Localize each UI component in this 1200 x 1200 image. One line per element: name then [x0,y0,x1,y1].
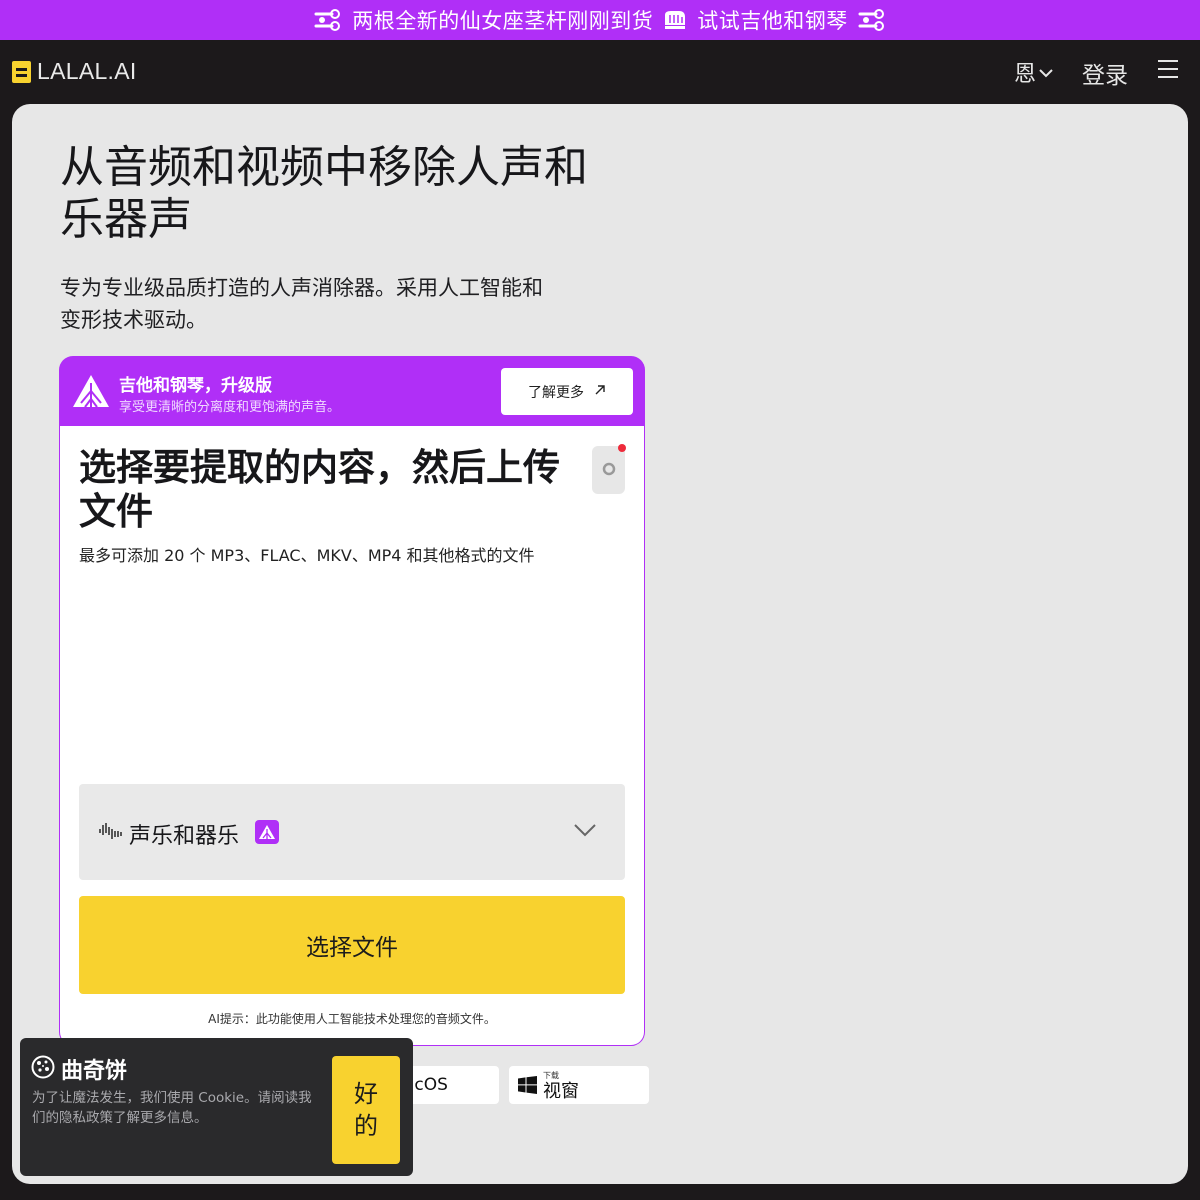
site-header: LALAL.AI 恩 登录 [0,40,1200,104]
arrow-up-right-icon [594,384,606,400]
windows-icon [518,1076,537,1098]
cookie-icon [31,1055,55,1083]
upgrade-title: 吉他和钢琴，升级版 [119,376,272,396]
andromeda-badge-icon [255,820,279,844]
choose-file-button[interactable]: 选择文件 [79,896,625,994]
language-label: 恩 [1014,62,1037,87]
hamburger-menu-icon[interactable] [1158,60,1178,78]
guitar-icon [314,8,342,32]
promo-text-1: 两根全新的仙女座茎杆刚刚到货 [352,9,654,33]
learn-more-label: 了解更多 [528,384,584,401]
logo[interactable]: LALAL.AI [12,58,137,85]
upgrade-subtitle: 享受更清晰的分离度和更饱满的声音。 [119,400,341,415]
main-panel: 从音频和视频中移除人声和乐器声 专为专业级品质打造的人声消除器。采用人工智能和变… [12,104,1188,1184]
language-selector[interactable]: 恩 [1014,56,1054,88]
logo-icon [12,60,31,83]
cookie-title: 曲奇饼 [61,1059,128,1084]
gear-icon [602,461,616,480]
settings-button[interactable] [592,446,625,494]
promo-text-2: 试试吉他和钢琴 [697,9,848,33]
download-windows-button[interactable]: 下载 视窗 [509,1066,649,1104]
upgrade-banner: 吉他和钢琴，升级版 享受更清晰的分离度和更饱满的声音。 了解更多 [59,356,645,426]
cookie-ok-button[interactable]: 好的 [332,1056,400,1164]
uploader-title: 选择要提取的内容，然后上传文件 [79,446,560,533]
notification-dot [618,444,626,452]
learn-more-button[interactable]: 了解更多 [501,368,633,415]
promo-banner[interactable]: 两根全新的仙女座茎杆刚刚到货 试试吉他和钢琴 [0,0,1200,40]
uploader-body: 选择要提取的内容，然后上传文件 最多可添加 20 个 MP3、FLAC、MKV、… [60,426,644,1045]
login-link[interactable]: 登录 [1082,56,1128,90]
logo-text: LALAL.AI [37,58,137,84]
andromeda-icon [71,373,111,413]
stem-selected-label: 声乐和器乐 [129,824,240,849]
cookie-text: 为了让魔法发生，我们使用 Cookie。请阅读我们的隐私政策了解更多信息。 [32,1090,312,1126]
chevron-down-icon [573,822,597,842]
ai-note: AI提示：此功能使用人工智能技术处理您的音频文件。 [208,1012,496,1026]
stem-selector[interactable]: 声乐和器乐 [79,784,625,880]
windows-label: 视窗 [543,1081,579,1102]
page-title: 从音频和视频中移除人声和乐器声 [60,142,588,245]
page-subtitle: 专为专业级品质打造的人声消除器。采用人工智能和变形技术驱动。 [60,276,543,332]
upload-card: 吉他和钢琴，升级版 享受更清晰的分离度和更饱满的声音。 了解更多 选择要提取的内… [59,356,645,1046]
piano-icon [663,9,687,31]
waveform-icon [98,819,124,847]
guitar-icon [858,8,886,32]
chevron-down-icon [1038,60,1054,85]
cookie-banner: 曲奇饼 为了让魔法发生，我们使用 Cookie。请阅读我们的隐私政策了解更多信息… [20,1038,413,1176]
uploader-subtitle: 最多可添加 20 个 MP3、FLAC、MKV、MP4 和其他格式的文件 [79,546,535,565]
